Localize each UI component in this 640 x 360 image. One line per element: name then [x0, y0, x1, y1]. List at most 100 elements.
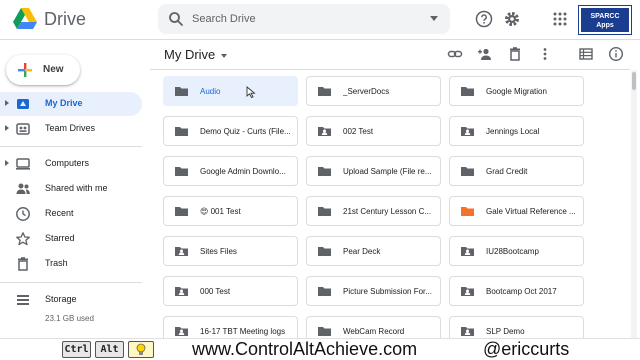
sidebar-item-my-drive[interactable]: My Drive — [0, 92, 142, 116]
my-drive-icon — [17, 99, 29, 109]
folder-name: 000 Test — [200, 287, 231, 296]
folder-item[interactable]: IU28Bootcamp — [449, 236, 584, 266]
folder-icon — [175, 207, 188, 216]
computers-icon — [16, 158, 30, 170]
search-options-caret-icon[interactable] — [430, 16, 438, 21]
folder-name: 😍 001 Test — [200, 207, 241, 216]
folder-item[interactable]: Gale Virtual Reference ... — [449, 196, 584, 226]
folder-item[interactable]: Bootcamp Oct 2017 — [449, 276, 584, 306]
trash-icon — [18, 257, 28, 271]
shared-folder-icon — [318, 127, 331, 136]
folder-item[interactable]: Sites Files — [163, 236, 298, 266]
alt-key: Alt — [95, 341, 124, 358]
shared-folder-icon — [461, 287, 474, 296]
folder-name: Grad Credit — [486, 167, 528, 176]
expand-arrow-icon[interactable] — [5, 100, 9, 106]
search-icon[interactable] — [168, 11, 184, 27]
folder-item[interactable]: Demo Quiz - Curts (File... — [163, 116, 298, 146]
apps-grid-icon[interactable] — [551, 10, 569, 28]
folder-item[interactable]: Upload Sample (File re... — [306, 156, 441, 186]
settings-gear-icon[interactable] — [503, 10, 521, 28]
delete-icon[interactable] — [507, 46, 523, 62]
drive-logo-icon[interactable] — [12, 7, 38, 31]
shared-folder-icon — [175, 287, 188, 296]
folder-icon — [175, 167, 188, 176]
lightbulb-icon — [136, 343, 146, 355]
org-badge-line1: SPARCC — [590, 13, 620, 20]
scrollbar-thumb[interactable] — [632, 72, 636, 90]
folder-item[interactable]: Grad Credit — [449, 156, 584, 186]
new-button[interactable]: New — [6, 55, 80, 85]
expand-arrow-icon[interactable] — [5, 160, 9, 166]
sidebar-item-label: Starred — [45, 233, 75, 243]
shared-folder-icon — [461, 127, 474, 136]
sidebar-item-starred[interactable]: Starred — [0, 227, 142, 251]
sidebar-item-label: Recent — [45, 208, 74, 218]
folder-name: _ServerDocs — [343, 87, 390, 96]
mouse-cursor-icon — [246, 86, 256, 98]
folder-item[interactable]: Audio — [163, 76, 298, 106]
shared-folder-icon — [175, 327, 188, 336]
folder-icon — [318, 327, 331, 336]
folder-item[interactable]: _ServerDocs — [306, 76, 441, 106]
sidebar-item-storage[interactable]: Storage — [0, 288, 142, 312]
top-bar: Drive SPARCC Apps — [0, 0, 640, 40]
folder-item[interactable]: Jennings Local — [449, 116, 584, 146]
folder-name: Pear Deck — [343, 247, 381, 256]
sidebar-item-label: Computers — [45, 158, 90, 168]
sidebar-item-recent[interactable]: Recent — [0, 202, 142, 226]
folder-icon — [461, 167, 474, 176]
search-bar[interactable] — [158, 4, 450, 34]
add-person-icon[interactable] — [477, 46, 493, 62]
sidebar-item-computers[interactable]: Computers — [0, 152, 142, 176]
lightbulb-key — [128, 341, 154, 358]
sidebar-item-trash[interactable]: Trash — [0, 252, 142, 276]
folder-item[interactable]: Google Admin Downlo... — [163, 156, 298, 186]
folder-name: Google Migration — [486, 87, 547, 96]
folder-item[interactable]: Picture Submission For... — [306, 276, 441, 306]
link-icon[interactable] — [447, 46, 463, 62]
sidebar-divider — [0, 146, 142, 147]
folder-item[interactable]: 002 Test — [306, 116, 441, 146]
folder-name: Upload Sample (File re... — [343, 167, 432, 176]
help-icon[interactable] — [475, 10, 493, 28]
folder-name: SLP Demo — [486, 327, 525, 336]
folder-icon — [318, 207, 331, 216]
folder-item[interactable]: 21st Century Lesson C... — [306, 196, 441, 226]
website-text: www.ControlAltAchieve.com — [192, 339, 418, 359]
folder-item[interactable]: Pear Deck — [306, 236, 441, 266]
sidebar-item-team-drives[interactable]: Team Drives — [0, 117, 142, 141]
more-options-icon[interactable] — [537, 46, 553, 62]
folder-name: 16-17 TBT Meeting logs — [200, 327, 286, 336]
search-input[interactable] — [192, 10, 422, 28]
list-view-icon[interactable] — [578, 46, 594, 62]
folder-name: Sites Files — [200, 247, 237, 256]
folder-name: WebCam Record — [343, 327, 405, 336]
folder-icon — [461, 87, 474, 96]
folder-name: 002 Test — [343, 127, 374, 136]
folder-name: Demo Quiz - Curts (File... — [200, 127, 291, 136]
app-title[interactable]: Drive — [44, 9, 86, 30]
shared-folder-icon — [175, 247, 188, 256]
breadcrumb-dropdown-icon[interactable] — [221, 53, 228, 58]
folder-item[interactable]: 000 Test — [163, 276, 298, 306]
sidebar-item-label: Trash — [45, 258, 68, 268]
org-badge-line2: Apps — [596, 22, 614, 29]
scrollbar-track[interactable] — [631, 70, 637, 340]
folder-item[interactable]: Google Migration — [449, 76, 584, 106]
sidebar-item-shared-with-me[interactable]: Shared with me — [0, 177, 142, 201]
page-title[interactable]: My Drive — [164, 47, 215, 62]
storage-used-text: 23.1 GB used — [45, 314, 94, 323]
star-icon — [16, 232, 30, 246]
footer-bar: Ctrl Alt www.ControlAltAchieve.com @eric… — [0, 338, 640, 360]
sidebar-item-label: Team Drives — [45, 123, 96, 133]
info-icon[interactable] — [608, 46, 624, 62]
breadcrumb[interactable]: My Drive — [164, 47, 228, 62]
shared-folder-icon — [461, 247, 474, 256]
shared-folder-icon — [461, 327, 474, 336]
folder-item[interactable]: 😍 001 Test — [163, 196, 298, 226]
folder-icon — [461, 207, 474, 216]
org-logo-badge[interactable]: SPARCC Apps — [579, 6, 631, 34]
expand-arrow-icon[interactable] — [5, 125, 9, 131]
ctrl-key: Ctrl — [62, 341, 91, 358]
